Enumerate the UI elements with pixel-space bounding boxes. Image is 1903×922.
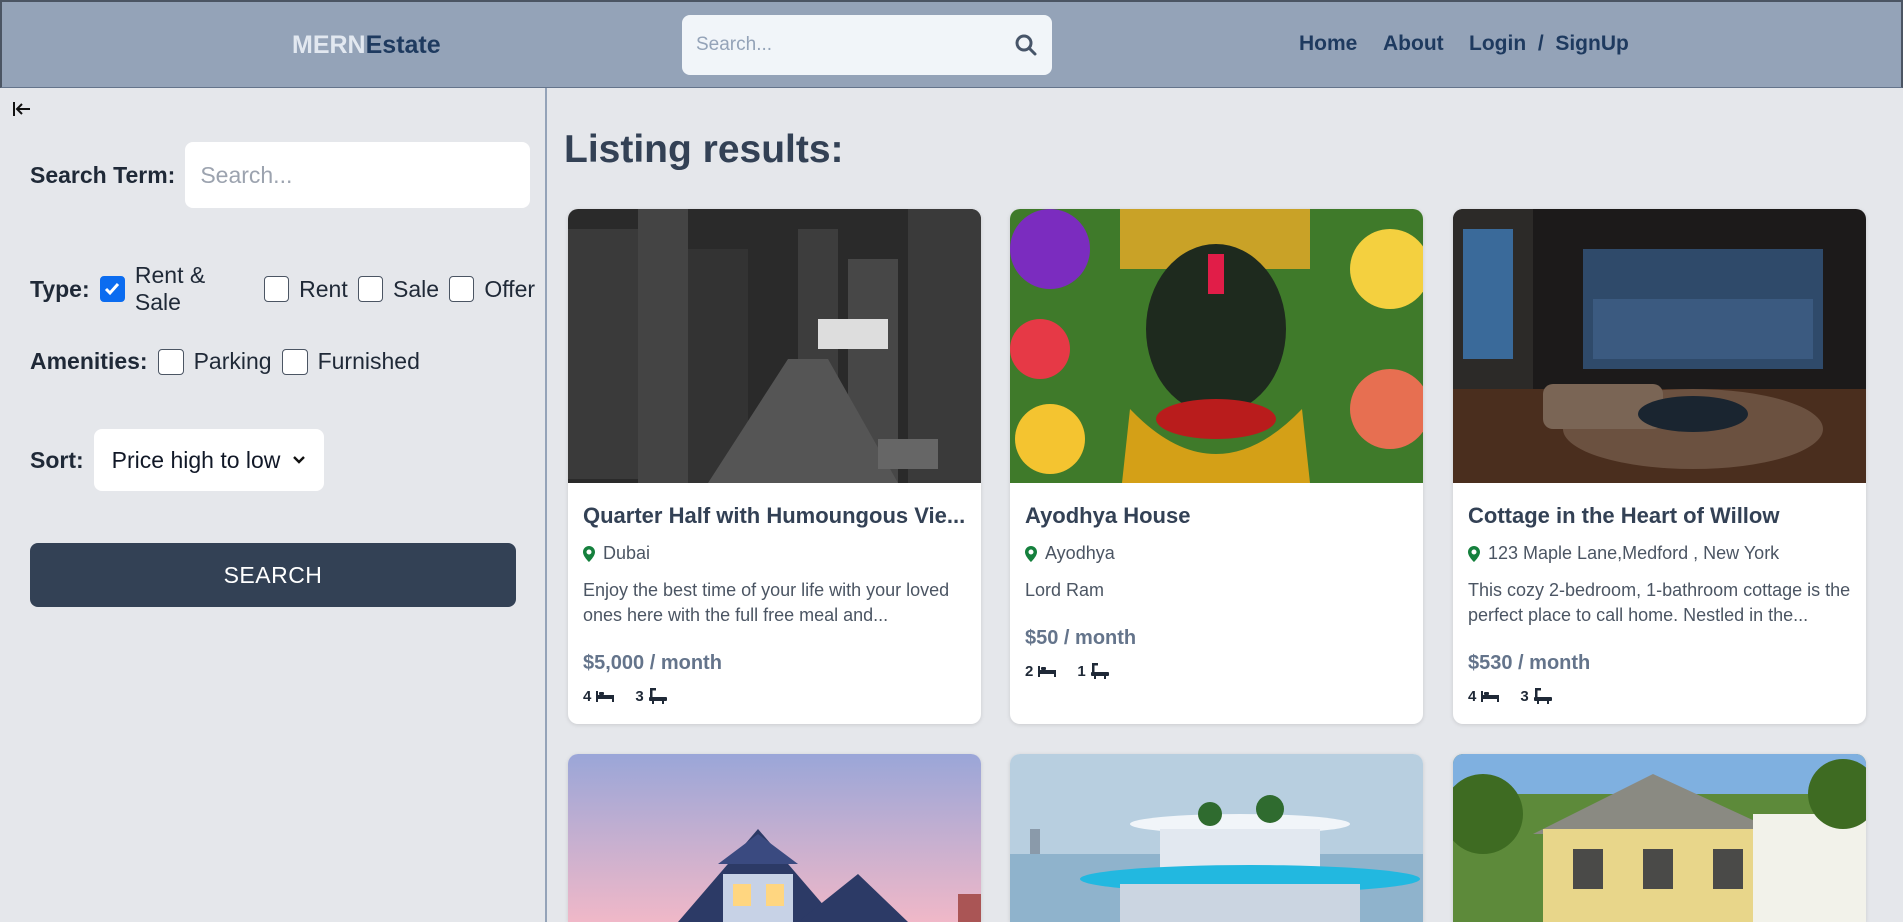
- amenity-option-label: Furnished: [317, 348, 420, 374]
- amenities-filter-row: Amenities: Parking Furnished: [30, 348, 430, 375]
- baths-value: 3: [1520, 687, 1529, 705]
- bed-icon: [1481, 691, 1500, 702]
- listing-features: 2 1: [1025, 662, 1408, 680]
- search-button[interactable]: SEARCH: [30, 543, 516, 607]
- top-header: MERNEstate Home About Login / SignUp: [0, 0, 1903, 88]
- baths-count: 3: [635, 687, 667, 705]
- bath-icon: [648, 688, 667, 704]
- sort-selected-value: Price high to low: [111, 446, 281, 473]
- listing-location-text: Dubai: [603, 543, 651, 563]
- search-term-input[interactable]: [185, 142, 531, 208]
- amenity-option-label: Parking: [193, 348, 272, 374]
- beds-count: 4: [583, 688, 615, 705]
- type-filter-row: Type: Rent & Sale Rent Sale Offer: [30, 262, 545, 316]
- listing-features: 4 3: [583, 687, 966, 705]
- beds-value: 2: [1025, 662, 1034, 680]
- beds-value: 4: [1468, 687, 1477, 705]
- page-title: Listing results:: [564, 128, 844, 171]
- checkbox-parking[interactable]: [157, 348, 184, 375]
- listing-location: Ayodhya: [1025, 543, 1408, 564]
- nav-home-link[interactable]: Home: [1299, 32, 1357, 56]
- listing-description: Enjoy the best time of your life with yo…: [583, 580, 950, 625]
- baths-value: 1: [1077, 662, 1086, 680]
- bath-icon: [1090, 663, 1109, 679]
- listing-location-text: 123 Maple Lane,Medford , New York: [1488, 543, 1780, 563]
- search-term-row: Search Term:: [30, 142, 531, 208]
- listing-card[interactable]: [568, 754, 981, 922]
- listing-title: Quarter Half with Humoungous Vie...: [583, 503, 966, 528]
- listing-card[interactable]: Ayodhya House Ayodhya Lord Ram $50 / mon…: [1010, 209, 1423, 724]
- listing-card[interactable]: [1010, 754, 1423, 922]
- listing-price: $530 / month: [1468, 652, 1591, 674]
- bath-icon: [1533, 688, 1552, 704]
- listing-price: $5,000 / month: [583, 652, 722, 674]
- nav-login-signup-link[interactable]: Login / SignUp: [1469, 32, 1629, 56]
- type-option-label: Offer: [484, 275, 536, 302]
- listing-card[interactable]: [1453, 754, 1866, 922]
- baths-count: 1: [1077, 662, 1109, 680]
- bed-icon: [596, 691, 615, 702]
- chevron-down-icon: [292, 456, 305, 464]
- sort-row: Sort: Price high to low: [30, 429, 324, 491]
- listing-card[interactable]: Cottage in the Heart of Willow 123 Maple…: [1453, 209, 1866, 724]
- location-pin-icon: [1468, 545, 1480, 562]
- listing-description: Lord Ram: [1025, 580, 1105, 600]
- baths-value: 3: [635, 687, 644, 705]
- checkbox-offer[interactable]: [449, 276, 475, 302]
- beds-count: 2: [1025, 663, 1057, 680]
- baths-count: 3: [1520, 687, 1552, 705]
- listing-card-body: Ayodhya House Ayodhya Lord Ram $50 / mon…: [1010, 503, 1423, 680]
- logo-part-mern: MERN: [292, 31, 366, 59]
- logo-part-estate: Estate: [365, 31, 441, 59]
- listing-image-deity[interactable]: [1010, 209, 1423, 483]
- listing-image-floating-villa[interactable]: [1010, 754, 1423, 922]
- beds-count: 4: [1468, 688, 1500, 705]
- listing-image-yellow-house[interactable]: [1453, 754, 1866, 922]
- listing-features: 4 3: [1468, 687, 1851, 705]
- listing-location: 123 Maple Lane,Medford , New York: [1468, 543, 1851, 564]
- type-option-label: Rent & Sale: [134, 262, 206, 315]
- listing-card-body: Quarter Half with Humoungous Vie... Duba…: [568, 503, 981, 705]
- listing-card[interactable]: Quarter Half with Humoungous Vie... Duba…: [568, 209, 981, 724]
- listing-description: This cozy 2-bedroom, 1-bathroom cottage …: [1468, 580, 1851, 625]
- sort-select[interactable]: Price high to low: [93, 429, 324, 491]
- logo[interactable]: MERNEstate: [292, 31, 441, 60]
- beds-value: 4: [583, 687, 592, 705]
- listing-price: $50 / month: [1025, 627, 1137, 649]
- filter-sidebar: Search Term: Type: Rent & Sale Rent Sale…: [0, 88, 547, 922]
- listing-card-body: Cottage in the Heart of Willow 123 Maple…: [1453, 503, 1866, 705]
- checkbox-sale[interactable]: [357, 276, 383, 302]
- type-label: Type:: [30, 275, 90, 302]
- location-pin-icon: [1025, 545, 1037, 562]
- listing-location: Dubai: [583, 543, 966, 564]
- listing-location-text: Ayodhya: [1045, 543, 1115, 563]
- listing-image-living-room[interactable]: [1453, 209, 1866, 483]
- type-option-label: Rent: [299, 275, 348, 302]
- header-search-input[interactable]: [696, 29, 996, 61]
- checkbox-rent-and-sale[interactable]: [99, 276, 125, 302]
- search-term-label: Search Term:: [30, 161, 176, 188]
- header-search-bar: [682, 15, 1052, 75]
- bed-icon: [1038, 666, 1057, 677]
- collapse-sidebar-icon[interactable]: [11, 98, 33, 120]
- listing-image-city-street[interactable]: [568, 209, 981, 483]
- sort-label: Sort:: [30, 446, 84, 473]
- checkmark-icon: [105, 283, 120, 296]
- listing-image-blue-house[interactable]: [568, 754, 981, 922]
- search-icon[interactable]: [1014, 33, 1038, 57]
- checkbox-rent[interactable]: [263, 276, 290, 302]
- amenities-label: Amenities:: [30, 348, 148, 374]
- checkbox-furnished[interactable]: [281, 348, 308, 375]
- type-option-label: Sale: [393, 275, 440, 302]
- location-pin-icon: [583, 545, 595, 562]
- listing-title: Ayodhya House: [1025, 503, 1191, 528]
- nav-about-link[interactable]: About: [1383, 32, 1444, 56]
- listing-title: Cottage in the Heart of Willow: [1468, 503, 1780, 528]
